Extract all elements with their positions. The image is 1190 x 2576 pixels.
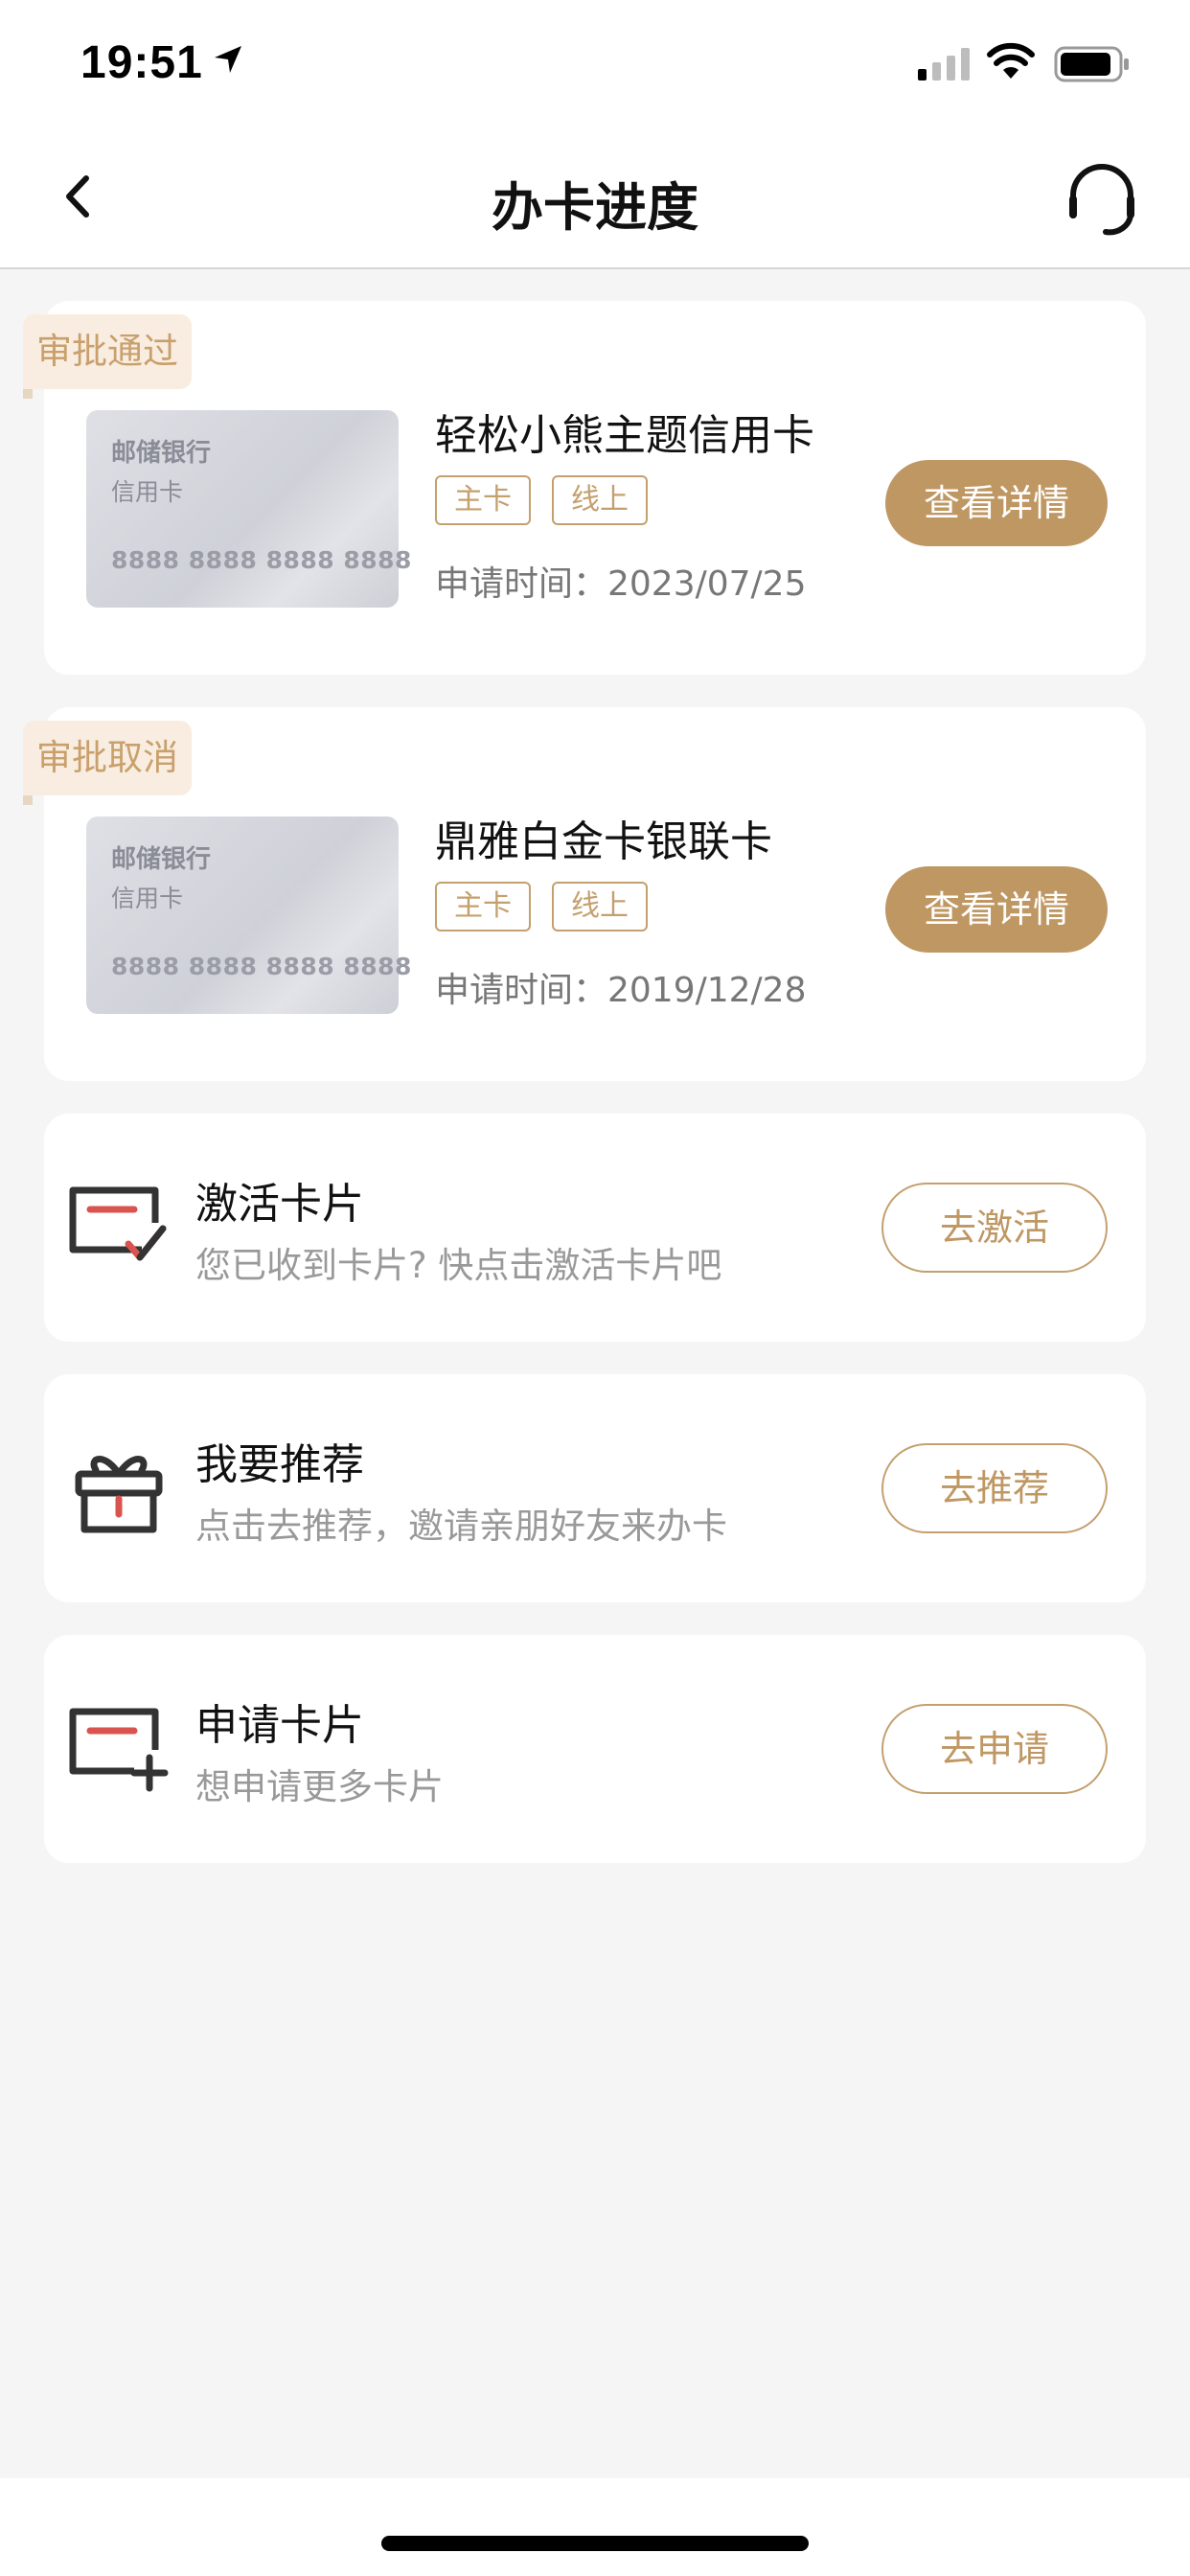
home-indicator[interactable]	[381, 2536, 809, 2551]
page-title: 办卡进度	[492, 177, 698, 238]
card-add-icon	[69, 1708, 169, 1792]
row-subtitle: 您已收到卡片? 快点击激活卡片吧	[195, 1245, 722, 1286]
apply-button[interactable]: 去申请	[881, 1704, 1108, 1794]
card-number: 8888 8888 8888 8888	[111, 546, 412, 574]
card-check-icon	[69, 1186, 167, 1261]
activate-card-row: 激活卡片 您已收到卡片? 快点击激活卡片吧 去激活	[44, 1114, 1146, 1342]
card-type-label: 信用卡	[111, 885, 184, 912]
view-details-button[interactable]: 查看详情	[885, 866, 1108, 953]
apply-date: 申请时间：2023/07/25	[435, 564, 807, 604]
card-type-label: 信用卡	[111, 478, 184, 506]
status-badge: 审批通过	[23, 314, 192, 399]
card-bank-name: 邮储银行	[111, 845, 212, 874]
location-arrow-icon	[215, 46, 241, 73]
tag-online: 线上	[552, 475, 648, 525]
battery-icon	[1054, 46, 1129, 82]
status-badge: 审批取消	[23, 721, 192, 805]
tag-main-card: 主卡	[435, 475, 531, 525]
customer-service-headset-icon[interactable]	[1064, 161, 1140, 236]
bottom-safe-area	[0, 2478, 1190, 2576]
card-product-name: 鼎雅白金卡银联卡	[435, 817, 772, 866]
tag-main-card: 主卡	[435, 882, 531, 932]
recommend-row: 我要推荐 点击去推荐，邀请亲朋好友来办卡 去推荐	[44, 1374, 1146, 1602]
apply-date: 申请时间：2019/12/28	[435, 971, 807, 1010]
row-subtitle: 想申请更多卡片	[195, 1766, 444, 1807]
header: 19:51 办卡进度	[0, 0, 1190, 269]
wifi-icon	[987, 42, 1035, 79]
view-details-button[interactable]: 查看详情	[885, 460, 1108, 546]
activate-button[interactable]: 去激活	[881, 1183, 1108, 1273]
application-card: 审批通过 邮储银行 信用卡 8888 8888 8888 8888 轻松小熊主题…	[23, 301, 1146, 675]
row-subtitle: 点击去推荐，邀请亲朋好友来办卡	[195, 1506, 727, 1547]
row-title: 申请卡片	[195, 1701, 364, 1750]
status-time: 19:51	[80, 37, 203, 88]
row-title: 激活卡片	[195, 1180, 364, 1229]
application-card: 审批取消 邮储银行 信用卡 8888 8888 8888 8888 鼎雅白金卡银…	[23, 707, 1146, 1081]
card-bank-name: 邮储银行	[111, 439, 212, 468]
card-thumbnail: 邮储银行 信用卡 8888 8888 8888 8888	[86, 410, 411, 608]
gift-icon	[75, 1456, 163, 1533]
apply-card-row: 申请卡片 想申请更多卡片 去申请	[44, 1635, 1146, 1863]
card-number: 8888 8888 8888 8888	[111, 953, 412, 980]
recommend-button[interactable]: 去推荐	[881, 1443, 1108, 1533]
card-product-name: 轻松小熊主题信用卡	[435, 411, 814, 460]
tag-online: 线上	[552, 882, 648, 932]
card-thumbnail: 邮储银行 信用卡 8888 8888 8888 8888	[86, 816, 411, 1014]
cellular-signal-icon	[918, 48, 970, 80]
row-title: 我要推荐	[195, 1440, 364, 1489]
